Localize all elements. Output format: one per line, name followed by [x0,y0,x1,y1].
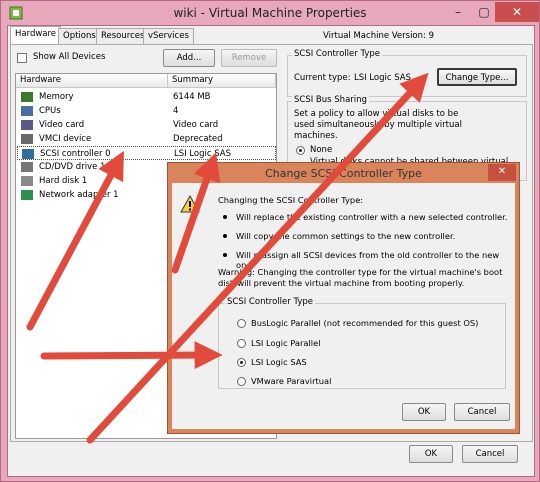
arrow-to-lsi-sas-option [40,341,223,370]
arrow-to-change-type-button [86,72,429,444]
arrow-to-summary-value [171,152,221,274]
annotation-arrows [26,72,429,444]
arrow-to-scsi-controller-row [26,150,124,331]
